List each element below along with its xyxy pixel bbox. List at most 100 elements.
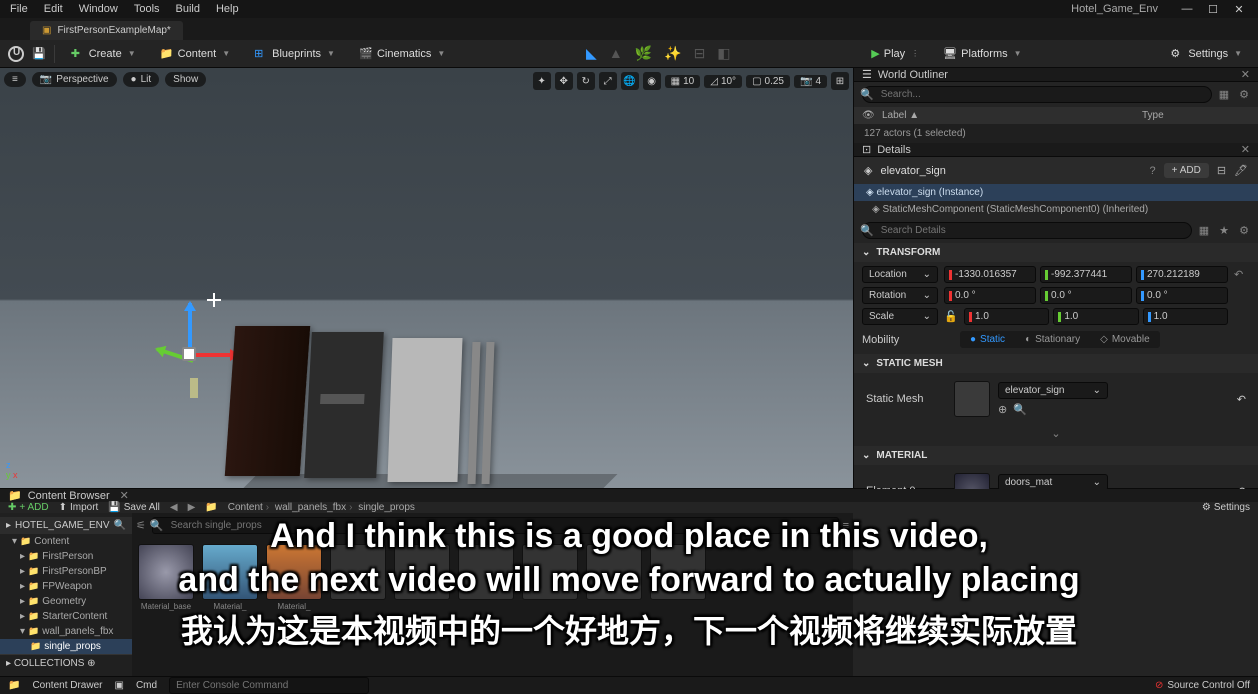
select-gizmo-icon[interactable]: ✦ (533, 72, 551, 90)
mobility-static[interactable]: ● Static (960, 331, 1015, 348)
viewport-options[interactable]: ≡ (4, 72, 26, 87)
crumb-single[interactable]: single_props (358, 502, 415, 513)
source-control[interactable]: ⊘Source Control Off (1155, 680, 1250, 691)
menu-window[interactable]: Window (79, 3, 118, 15)
maximize-icon[interactable]: ☐ (1204, 3, 1222, 16)
asset-item[interactable] (586, 544, 642, 611)
gizmo-center[interactable] (182, 347, 196, 361)
mobility-movable[interactable]: ◇ Movable (1090, 331, 1160, 348)
location-dropdown[interactable]: Location⌄ (862, 266, 938, 283)
cinematics-button[interactable]: 🎬Cinematics▼ (351, 44, 453, 64)
close-details-icon[interactable]: ✕ (1241, 143, 1250, 156)
close-outliner-icon[interactable]: ✕ (1241, 68, 1250, 81)
asset-item[interactable] (522, 544, 578, 611)
z-axis-arrow[interactable] (188, 303, 192, 353)
mesh-selector[interactable]: elevator_sign⌄ (998, 382, 1108, 399)
gear-icon[interactable]: ⚙ (1236, 224, 1252, 237)
outliner-tab[interactable]: ☰ World Outliner ✕ (854, 68, 1258, 82)
type-column[interactable]: Type (1142, 110, 1164, 121)
angle-snap[interactable]: ◿ 10° (704, 75, 742, 88)
close-icon[interactable]: ✕ (1230, 3, 1248, 16)
hierarchy-icon[interactable]: ⊟ (1217, 164, 1226, 177)
viewport-maximize-icon[interactable]: ⊞ (831, 72, 849, 90)
scale-snap[interactable]: ▢ 0.25 (746, 75, 790, 88)
tree-node[interactable]: ▸ 📁FirstPersonBP (0, 564, 132, 579)
add-component-button[interactable]: + ADD (1164, 163, 1209, 178)
blueprints-button[interactable]: ⊞Blueprints▼ (246, 44, 343, 64)
scale-z[interactable]: 1.0 (1143, 308, 1228, 325)
rotation-y[interactable]: 0.0 ° (1040, 287, 1132, 304)
view-settings-icon[interactable]: ≡ (843, 520, 849, 532)
platforms-button[interactable]: 🖥Platforms▼ (935, 44, 1029, 64)
import-button[interactable]: ⬆ Import (59, 502, 99, 513)
mesh-paint-mode-icon[interactable]: ✨ (664, 45, 681, 62)
component-mesh[interactable]: ◈ StaticMeshComponent (StaticMeshCompone… (854, 201, 1258, 218)
save-icon[interactable]: 💾 (32, 47, 46, 60)
location-z[interactable]: 270.212189 (1136, 266, 1228, 283)
details-tab[interactable]: ⊡ Details ✕ (854, 143, 1258, 157)
tree-node[interactable]: ▾ 📁wall_panels_fbx (0, 624, 132, 639)
tree-node[interactable]: ▾ 📁Content (0, 534, 132, 549)
asset-item[interactable] (650, 544, 706, 611)
landscape-mode-icon[interactable]: ▲ (609, 45, 623, 62)
asset-item[interactable] (458, 544, 514, 611)
translate-gizmo-icon[interactable]: ✥ (555, 72, 573, 90)
asset-item[interactable] (330, 544, 386, 611)
expand-icon[interactable]: ⌄ (862, 425, 1250, 442)
asset-item[interactable] (394, 544, 450, 611)
search-icon[interactable]: 🔍 (114, 520, 126, 531)
visibility-col[interactable]: 👁 (862, 110, 882, 121)
folder-up-icon[interactable]: 📁 (205, 502, 217, 513)
camera-speed[interactable]: 📷 4 (794, 75, 827, 88)
ue-logo-icon[interactable] (8, 46, 24, 62)
tree-node[interactable]: ▸ 📁Geometry (0, 594, 132, 609)
help-icon[interactable]: ? (1150, 165, 1156, 177)
rotation-x[interactable]: 0.0 ° (944, 287, 1036, 304)
scale-dropdown[interactable]: Scale⌄ (862, 308, 938, 325)
tree-node[interactable]: ▸ 📁StarterContent (0, 609, 132, 624)
cb-tree[interactable]: ▸ HOTEL_GAME_ENV🔍 ▾ 📁Content ▸ 📁FirstPer… (0, 513, 132, 676)
asset-item[interactable]: Material_ (202, 544, 258, 611)
rotate-gizmo-icon[interactable]: ↻ (577, 72, 595, 90)
transform-section[interactable]: ⌄TRANSFORM (854, 243, 1258, 262)
menu-file[interactable]: File (10, 3, 28, 15)
asset-search-input[interactable] (152, 517, 839, 534)
asset-grid[interactable]: Material_base Material_ Material_ (132, 538, 853, 676)
tree-node-selected[interactable]: 📁 single_props (0, 639, 132, 654)
tree-node[interactable]: ▸ 📁FPWeapon (0, 579, 132, 594)
outliner-search-input[interactable] (862, 86, 1212, 103)
menu-edit[interactable]: Edit (44, 3, 63, 15)
filter-icon[interactable]: ▦ (1216, 88, 1232, 101)
create-button[interactable]: ✚Create▼ (63, 44, 144, 64)
drawer-toggle-icon[interactable]: 📁 (8, 680, 20, 691)
show-dropdown[interactable]: Show (165, 72, 206, 87)
mobility-stationary[interactable]: ◐ Stationary (1015, 331, 1090, 348)
close-cb-icon[interactable]: ✕ (120, 489, 129, 502)
console-input[interactable] (169, 677, 369, 694)
modeling-mode-icon[interactable]: ⊟ (694, 45, 706, 62)
scale-x[interactable]: 1.0 (964, 308, 1049, 325)
cb-settings-button[interactable]: ⚙ Settings (1202, 502, 1250, 513)
crumb-content[interactable]: Content (228, 502, 263, 513)
reset-mesh-icon[interactable]: ↶ (1237, 393, 1246, 406)
settings-button[interactable]: ⚙Settings▼ (1162, 44, 1250, 64)
scale-gizmo-icon[interactable]: ⤢ (599, 72, 617, 90)
star-icon[interactable]: ★ (1216, 224, 1232, 237)
content-browser-tab[interactable]: 📁 Content Browser ✕ (0, 489, 1258, 502)
edit-blueprint-icon[interactable]: 🖊 (1234, 164, 1248, 177)
location-x[interactable]: -1330.016357 (944, 266, 1036, 283)
lock-icon[interactable]: 🔓 (944, 310, 958, 323)
menu-help[interactable]: Help (216, 3, 239, 15)
world-local-icon[interactable]: 🌐 (621, 72, 639, 90)
scale-y[interactable]: 1.0 (1053, 308, 1138, 325)
asset-item[interactable]: Material_ (266, 544, 322, 611)
asset-item[interactable]: Material_base (138, 544, 194, 611)
cmd-icon[interactable]: ▣ (114, 680, 123, 691)
material-section[interactable]: ⌄MATERIAL (854, 446, 1258, 465)
location-y[interactable]: -992.377441 (1040, 266, 1132, 283)
static-mesh-section[interactable]: ⌄STATIC MESH (854, 354, 1258, 373)
grid-snap[interactable]: ▦ 10 (665, 75, 701, 88)
rotation-dropdown[interactable]: Rotation⌄ (862, 287, 938, 304)
level-tab[interactable]: ▣ FirstPersonExampleMap* (30, 21, 183, 40)
tree-node[interactable]: ▸ 📁FirstPerson (0, 549, 132, 564)
